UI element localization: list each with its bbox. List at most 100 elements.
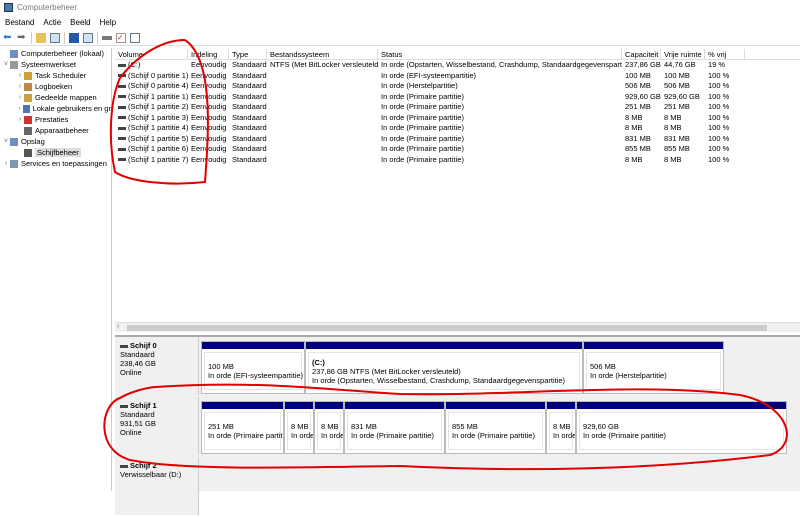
column-header[interactable]: Vrije ruimte (661, 49, 705, 59)
menu-beeld[interactable]: Beeld (70, 18, 90, 27)
expand-chevron-icon[interactable]: › (16, 72, 24, 79)
app-icon (4, 3, 13, 12)
drive-icon[interactable] (102, 35, 112, 40)
properties-icon[interactable] (130, 32, 140, 43)
tree-item-logboeken[interactable]: › Logboeken (0, 81, 111, 92)
column-header[interactable]: % vrij (705, 49, 745, 59)
tree-item-computerbeheer-lokaal-[interactable]: Computerbeheer (lokaal) (0, 48, 111, 59)
table-cell: (Schijf 1 partitie 2) (115, 102, 188, 113)
up-folder-icon[interactable] (36, 32, 46, 43)
partition-block[interactable]: 251 MB In orde (Primaire partiti (201, 401, 284, 454)
tree-item-services-en-toepassingen[interactable]: › Services en toepassingen (0, 158, 111, 169)
scroll-thumb[interactable] (127, 325, 767, 331)
partition-block[interactable]: 8 MB In orde (284, 401, 314, 454)
table-cell: 8 MB (625, 154, 643, 164)
column-header[interactable]: Status (378, 49, 622, 59)
disk-row-1: Schijf 1 Standaard 931,51 GB Online 251 MB In… (115, 397, 800, 457)
disk-icon (120, 344, 128, 348)
column-header[interactable]: Capaciteit (622, 49, 661, 59)
show-hide-tree-icon[interactable] (50, 32, 60, 43)
expand-chevron-icon[interactable]: › (16, 105, 23, 112)
disk-label[interactable]: Schijf 2 Verwisselbaar (D:) (115, 457, 199, 515)
help-icon[interactable] (69, 32, 79, 43)
table-row[interactable]: (Schijf 1 partitie 2) Eenvoudig Standaard I… (115, 102, 800, 113)
tree-node-icon (24, 82, 32, 91)
volume-name: (C:) (128, 60, 141, 69)
tree-node-icon (10, 137, 18, 146)
menu-help[interactable]: Help (100, 18, 116, 27)
expand-chevron-icon[interactable]: › (16, 83, 24, 90)
table-cell: 929,60 GB (625, 91, 661, 101)
table-cell: 100 % (708, 91, 730, 101)
disk-label[interactable]: Schijf 1 Standaard 931,51 GB Online (115, 397, 199, 455)
menu-bestand[interactable]: Bestand (5, 18, 34, 27)
table-row[interactable]: (Schijf 0 partitie 4) Eenvoudig Standaard I… (115, 81, 800, 92)
partition-block[interactable]: 100 MB In orde (EFI-systeempartitie) (201, 341, 305, 394)
menu-actie[interactable]: Actie (43, 18, 61, 27)
expand-chevron-icon[interactable]: › (16, 94, 24, 101)
table-row[interactable]: (Schijf 0 partitie 1) Eenvoudig Standaard I… (115, 71, 800, 82)
window-title: Computerbeheer (17, 3, 78, 12)
partition-block[interactable]: 831 MB In orde (Primaire partitie) (344, 401, 445, 454)
table-cell: 506 MB (664, 81, 690, 90)
table-header: Volume Indeling Type Bestandssysteem Status C… (115, 49, 800, 60)
tree-item-task-scheduler[interactable]: › Task Scheduler (0, 70, 111, 81)
partition-block[interactable]: 506 MB In orde (Herstelpartitie) (583, 341, 724, 394)
column-header[interactable]: Type (229, 49, 267, 59)
checklist-icon[interactable]: ✓ (116, 32, 126, 43)
tree-item-schijfbeheer[interactable]: Schijfbeheer (0, 147, 111, 158)
expand-chevron-icon[interactable]: ˅ (2, 138, 10, 145)
tree-item-lokale-gebruikers-en-gr[interactable]: › Lokale gebruikers en gr (0, 103, 111, 114)
table-cell: 100 MB (664, 70, 690, 80)
tree-item-apparaatbeheer[interactable]: Apparaatbeheer (0, 125, 111, 136)
table-row[interactable]: (Schijf 1 partitie 1) Eenvoudig Standaard I… (115, 92, 800, 103)
column-header[interactable]: Bestandssysteem (267, 49, 378, 59)
back-icon[interactable]: ⬅ (3, 32, 13, 43)
tree-item-label: Schijfbeheer (35, 148, 81, 157)
tree-item-label: Apparaatbeheer (35, 126, 89, 135)
table-cell: 506 MB (625, 81, 651, 90)
disk-state: Online (120, 428, 142, 437)
scroll-left-icon[interactable]: ‹ (117, 323, 119, 330)
table-cell: Eenvoudig (191, 133, 227, 143)
partition-block[interactable]: 855 MB In orde (Primaire partitie) (445, 401, 546, 454)
expand-chevron-icon[interactable]: › (2, 160, 10, 167)
partition-block[interactable]: 929,60 GB In orde (Primaire partitie) (576, 401, 787, 454)
disk-type: Standaard (120, 350, 155, 359)
disk-label[interactable]: Schijf 0 Standaard 238,46 GB Online (115, 337, 199, 395)
partition-block[interactable]: 8 MB In orde (314, 401, 344, 454)
tree-node-icon (10, 159, 18, 168)
partition-bar (577, 402, 786, 409)
partition-bar (315, 402, 343, 409)
table-row[interactable]: (Schijf 1 partitie 7) Eenvoudig Standaard I… (115, 155, 800, 166)
expand-chevron-icon[interactable]: ˅ (2, 61, 10, 68)
table-row[interactable]: (Schijf 1 partitie 6) Eenvoudig Standaard I… (115, 144, 800, 155)
table-cell: Eenvoudig (191, 91, 227, 101)
tree-item-gedeelde-mappen[interactable]: › Gedeelde mappen (0, 92, 111, 103)
horizontal-scrollbar[interactable]: ‹ (115, 322, 800, 332)
toolbar: ⬅ ➡ ✓ (0, 30, 800, 46)
table-cell: 100 MB (625, 70, 651, 80)
action-pane-icon[interactable] (83, 32, 93, 43)
expand-chevron-icon[interactable]: › (16, 116, 24, 123)
partition-status: In orde (EFI-systeempartitie) (208, 371, 304, 380)
table-row[interactable]: (C:) Eenvoudig Standaard NTFS (Met BitLocke… (115, 60, 800, 71)
table-row[interactable]: (Schijf 1 partitie 3) Eenvoudig Standaard I… (115, 113, 800, 124)
table-cell: 100 % (708, 154, 730, 164)
table-cell: 100 % (708, 123, 730, 132)
tree-item-prestaties[interactable]: › Prestaties (0, 114, 111, 125)
table-cell: Standaard (232, 102, 267, 111)
table-cell: 100 % (708, 144, 730, 153)
table-row[interactable]: (Schijf 1 partitie 4) Eenvoudig Standaard I… (115, 123, 800, 134)
tree-item-systeemwerkset[interactable]: ˅ Systeemwerkset (0, 59, 111, 70)
column-header[interactable]: Volume (115, 49, 188, 59)
partition-block[interactable]: (C:) 237,86 GB NTFS (Met BitLocker versle… (305, 341, 583, 394)
partition-status: In orde (Primaire partitie) (583, 431, 666, 440)
partition-size: 237,86 GB NTFS (Met BitLocker versleutel… (312, 366, 461, 376)
table-row[interactable]: (Schijf 1 partitie 5) Eenvoudig Standaard I… (115, 134, 800, 145)
partition-block[interactable]: 8 MB In orde (546, 401, 576, 454)
tree-item-opslag[interactable]: ˅ Opslag (0, 136, 111, 147)
forward-icon[interactable]: ➡ (17, 32, 27, 43)
table-cell: (Schijf 1 partitie 5) (115, 134, 188, 145)
column-header[interactable]: Indeling (188, 49, 229, 59)
